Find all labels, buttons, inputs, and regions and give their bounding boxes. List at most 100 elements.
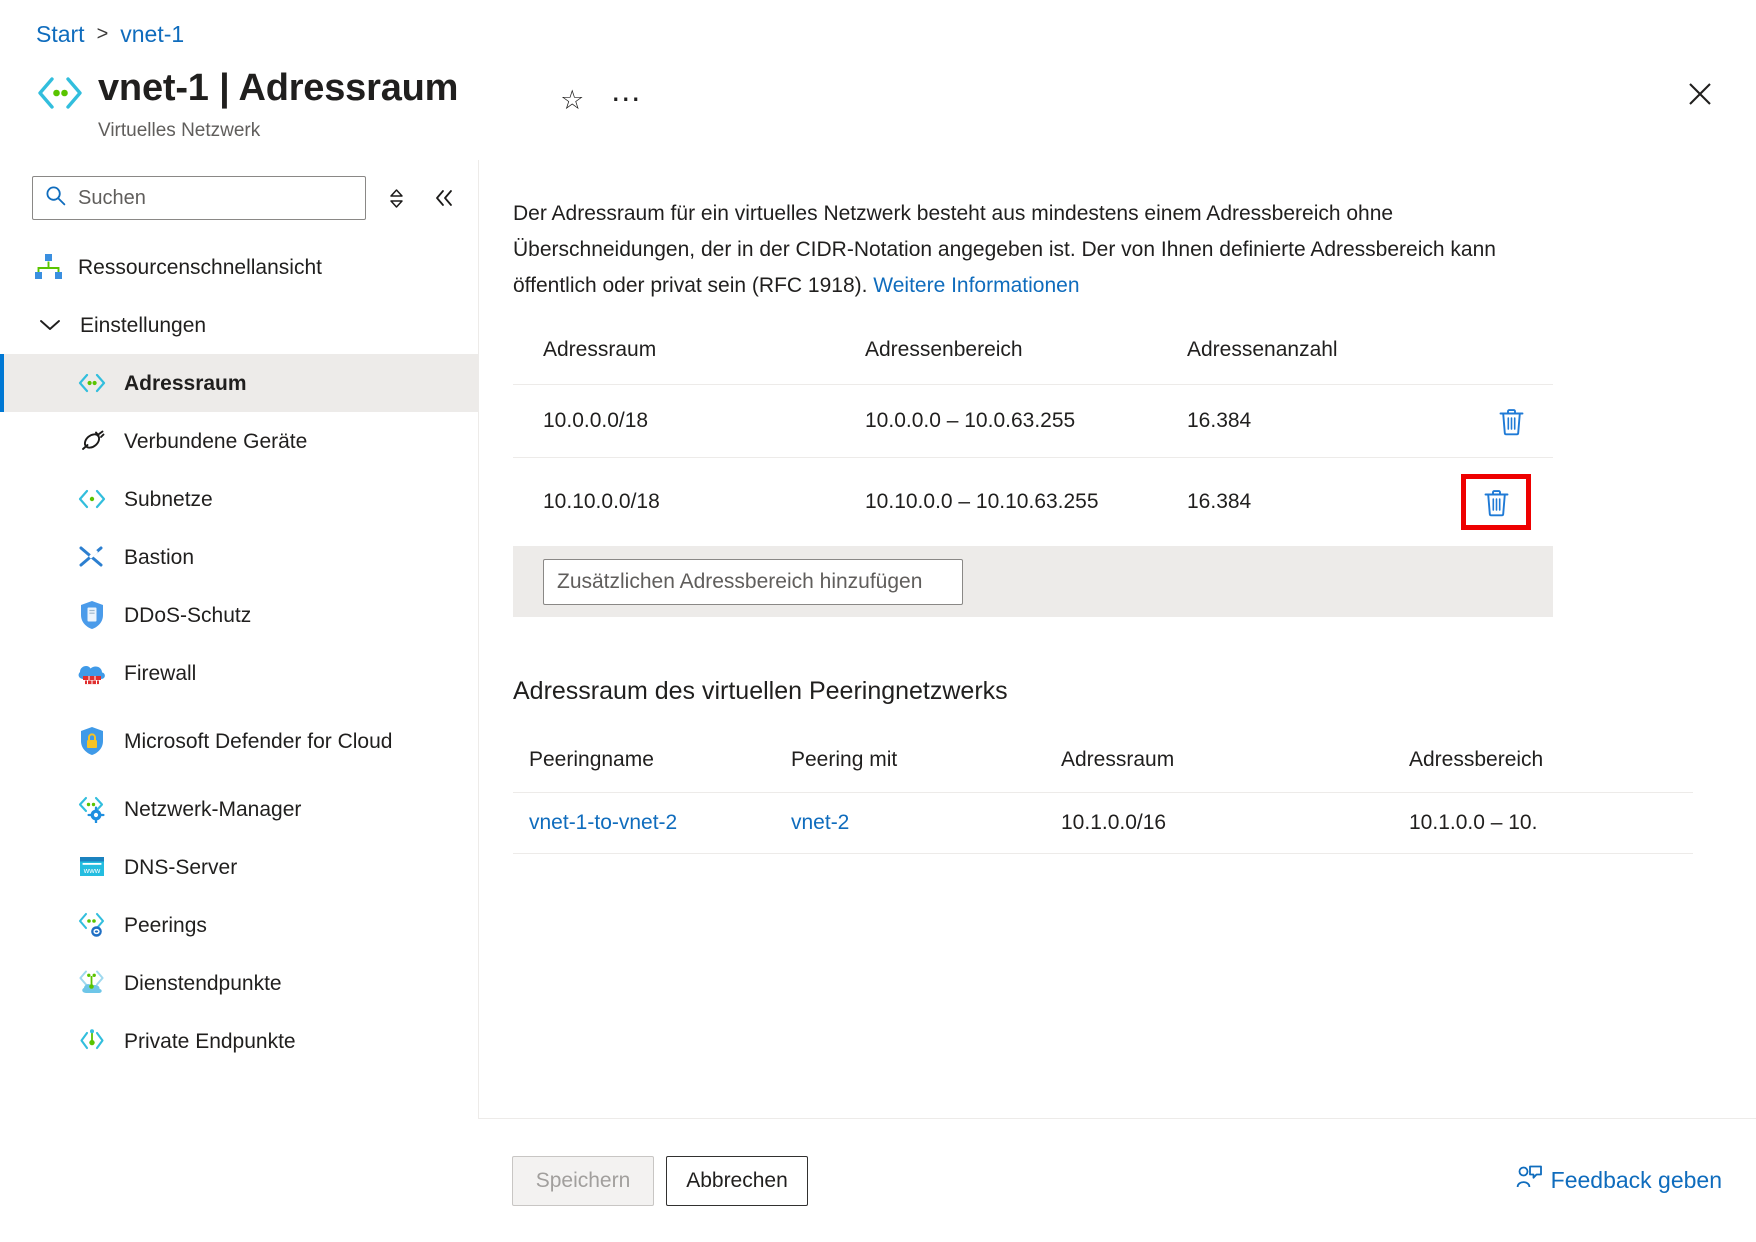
peering-with-link[interactable]: vnet-2 <box>791 811 849 834</box>
sidebar-search-row <box>32 176 462 220</box>
connected-devices-icon <box>76 425 108 457</box>
column-header-adressenbereich: Adressenbereich <box>865 338 1023 361</box>
sidebar-item-label: Ressourcenschnellansicht <box>78 255 322 279</box>
feedback-button[interactable]: Feedback geben <box>1516 1165 1722 1196</box>
sidebar-item-label: Subnetze <box>124 487 213 511</box>
page-subtitle: Virtuelles Netzwerk <box>98 120 261 141</box>
feedback-person-icon <box>1516 1165 1543 1196</box>
sidebar-item-private-endpunkte[interactable]: Private Endpunkte <box>0 1012 478 1070</box>
address-space-table: Adressraum Adressenbereich Adressenanzah… <box>513 338 1553 547</box>
cell-peering-address-range: 10.1.0.0 – 10. <box>1393 792 1693 854</box>
star-icon[interactable]: ☆ <box>550 78 594 122</box>
ddos-shield-icon <box>76 599 108 631</box>
cell-address-count: 16.384 <box>1157 457 1407 547</box>
table-row: 10.0.0.0/18 10.0.0.0 – 10.0.63.255 16.38… <box>513 384 1553 458</box>
sidebar-item-adressraum[interactable]: Adressraum <box>0 354 478 412</box>
sidebar-item-ressourcenschnellansicht[interactable]: Ressourcenschnellansicht <box>0 238 478 296</box>
virtual-network-icon <box>36 62 84 114</box>
cell-peering-with: vnet-2 <box>775 792 1045 854</box>
expand-collapse-icon[interactable] <box>378 180 414 216</box>
sidebar-item-label: Peerings <box>124 913 207 937</box>
double-chevron-left-icon[interactable] <box>426 180 462 216</box>
trash-icon[interactable] <box>1476 482 1516 522</box>
ellipsis-glyph: ⋯ <box>610 83 642 116</box>
peering-table: Peeringname Peering mit Adressraum Adres… <box>513 748 1693 854</box>
cell-actions <box>1407 384 1553 458</box>
sidebar-item-label: DDoS-Schutz <box>124 603 252 627</box>
sidebar-item-label: DNS-Server <box>124 855 238 879</box>
network-manager-gear-icon <box>76 793 108 825</box>
search-icon <box>45 185 66 211</box>
sidebar-item-ddos-schutz[interactable]: DDoS-Schutz <box>0 586 478 644</box>
cell-address-space: 10.10.0.0/18 <box>513 457 835 547</box>
sidebar-item-bastion[interactable]: Bastion <box>0 528 478 586</box>
sidebar-item-firewall[interactable]: Firewall <box>0 644 478 702</box>
private-endpoints-icon <box>76 1025 108 1057</box>
sidebar-item-label: Microsoft Defender for Cloud <box>124 729 393 753</box>
sidebar-item-microsoft-defender-for-cloud[interactable]: Microsoft Defender for Cloud <box>0 702 478 780</box>
search-box[interactable] <box>32 176 366 220</box>
column-header-adressraum: Adressraum <box>1061 748 1175 771</box>
sidebar-item-verbundene-geraete[interactable]: Verbundene Geräte <box>0 412 478 470</box>
trash-icon[interactable] <box>1491 401 1531 441</box>
peering-name-link[interactable]: vnet-1-to-vnet-2 <box>529 811 677 834</box>
peering-section-title: Adressraum des virtuellen Peeringnetzwer… <box>513 677 1008 705</box>
sidebar-item-label: Adressraum <box>124 371 247 395</box>
defender-lock-shield-icon <box>76 725 108 757</box>
learn-more-link[interactable]: Weitere Informationen <box>873 274 1079 297</box>
title-actions: ☆ ⋯ <box>550 62 648 122</box>
page-title: vnet-1 | Adressraum <box>98 67 459 109</box>
cell-address-space: 10.0.0.0/18 <box>513 384 835 458</box>
cancel-button[interactable]: Abbrechen <box>666 1155 808 1206</box>
breadcrumb-home[interactable]: Start <box>36 18 85 50</box>
sidebar-item-label: Dienstendpunkte <box>124 971 282 995</box>
sidebar-item-peerings[interactable]: Peerings <box>0 896 478 954</box>
sidebar-item-netzwerk-manager[interactable]: Netzwerk-Manager <box>0 780 478 838</box>
star-glyph: ☆ <box>560 84 585 115</box>
close-icon[interactable] <box>1678 72 1722 116</box>
column-header-actions <box>1407 338 1553 385</box>
table-header-row: Adressraum Adressenbereich Adressenanzah… <box>513 338 1553 385</box>
service-endpoints-cloud-icon <box>76 967 108 999</box>
main-content: Der Adressraum für ein virtuelles Netzwe… <box>478 160 1756 1242</box>
action-bar: Speichern Abbrechen Feedback geben <box>478 1118 1756 1242</box>
cell-address-range: 10.10.0.0 – 10.10.63.255 <box>835 457 1157 547</box>
search-input[interactable] <box>76 185 355 211</box>
column-header-adressraum: Adressraum <box>543 338 657 361</box>
azure-portal-blade: Start > vnet-1 vnet-1 | Adressraum Virtu… <box>0 0 1756 1242</box>
sidebar-group-einstellungen[interactable]: Einstellungen <box>0 296 478 354</box>
sidebar-item-subnetze[interactable]: Subnetze <box>0 470 478 528</box>
sidebar-item-label: Netzwerk-Manager <box>124 797 302 821</box>
cell-address-range: 10.0.0.0 – 10.0.63.255 <box>835 384 1157 458</box>
cell-peering-address-space: 10.1.0.0/16 <box>1045 792 1393 854</box>
sidebar-item-label: Firewall <box>124 661 197 685</box>
resource-visualizer-icon <box>32 251 64 283</box>
sidebar-item-label: Bastion <box>124 545 195 569</box>
sidebar-nav: Ressourcenschnellansicht Einstellungen A… <box>0 238 478 1242</box>
table-row: vnet-1-to-vnet-2 vnet-2 10.1.0.0/16 10.1… <box>513 792 1693 854</box>
ellipsis-icon[interactable]: ⋯ <box>604 78 648 122</box>
feedback-label: Feedback geben <box>1550 1167 1722 1193</box>
cell-address-count: 16.384 <box>1157 384 1407 458</box>
add-address-range-input[interactable] <box>543 559 963 605</box>
breadcrumb-current[interactable]: vnet-1 <box>120 18 184 50</box>
table-row: 10.10.0.0/18 10.10.0.0 – 10.10.63.255 16… <box>513 457 1553 547</box>
column-header-peeringname: Peeringname <box>529 748 654 771</box>
breadcrumb: Start > vnet-1 <box>36 18 184 50</box>
cell-peering-name: vnet-1-to-vnet-2 <box>513 792 775 854</box>
table-header-row: Peeringname Peering mit Adressraum Adres… <box>513 748 1693 793</box>
chevron-down-icon <box>36 309 64 341</box>
highlight-annotation-box <box>1461 474 1531 530</box>
address-space-icon <box>76 367 108 399</box>
bastion-icon <box>76 541 108 573</box>
sidebar-item-dns-server[interactable]: www DNS-Server <box>0 838 478 896</box>
column-header-peering-mit: Peering mit <box>791 748 898 771</box>
cell-actions-highlighted <box>1407 457 1553 547</box>
breadcrumb-separator-icon: > <box>96 23 109 45</box>
dns-server-www-icon: www <box>76 851 108 883</box>
sidebar-item-dienstendpunkte[interactable]: Dienstendpunkte <box>0 954 478 1012</box>
firewall-cloud-icon <box>76 657 108 689</box>
page-header: vnet-1 | Adressraum Virtuelles Netzwerk … <box>36 62 1732 144</box>
column-header-adressenanzahl: Adressenanzahl <box>1187 338 1338 361</box>
save-button[interactable]: Speichern <box>512 1155 654 1206</box>
